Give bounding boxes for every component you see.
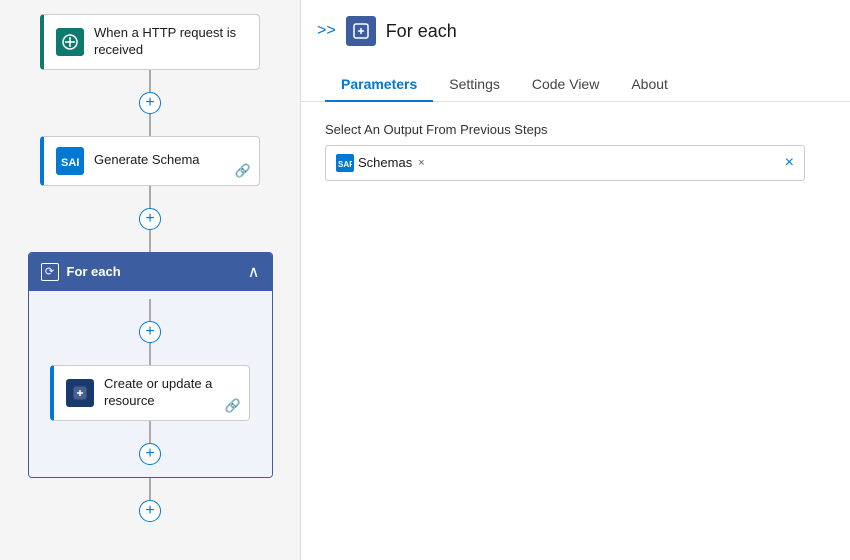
create-update-label: Create or update a resource [104,376,237,410]
connector-2: + [139,186,161,252]
http-request-step[interactable]: When a HTTP request is received [40,14,260,70]
connector-bottom: + [139,478,161,522]
create-update-step[interactable]: Create or update a resource 🔗 [50,365,250,421]
http-request-label: When a HTTP request is received [94,25,247,59]
add-btn-2[interactable]: + [139,208,161,230]
foreach-title: For each [67,264,121,279]
inner-line-top-b [149,343,151,365]
add-btn-bottom[interactable]: + [139,500,161,522]
inner-connector-bottom: + [139,421,161,465]
right-header: >> For each [301,0,850,46]
add-btn-1[interactable]: + [139,92,161,114]
field-label: Select An Output From Previous Steps [325,122,826,137]
tab-parameters[interactable]: Parameters [325,68,433,102]
flow-steps: When a HTTP request is received + SAP Ge… [0,14,300,522]
foreach-body: + Create or update a resource 🔗 [29,291,272,477]
foreach-container: ⟳ For each ∧ + [28,252,273,478]
generate-schema-label: Generate Schema [94,152,200,169]
tab-bar: Parameters Settings Code View About [301,56,850,102]
inner-line-bottom [149,421,151,443]
connector-1: + [139,70,161,136]
sap-icon: SAP [56,147,84,175]
clear-input-button[interactable]: × [785,154,794,172]
line-1b [149,114,151,136]
panel-title: For each [386,21,457,42]
right-panel: >> For each Parameters Settings Code Vie… [301,0,850,560]
token-sap-icon: SAP [336,154,354,172]
collapse-arrows-button[interactable]: >> [317,22,336,40]
panel-content: Select An Output From Previous Steps SAP… [301,102,850,560]
foreach-icon: ⟳ [41,263,59,281]
foreach-panel-icon [346,16,376,46]
output-selector-input[interactable]: SAP Schemas × × [325,145,805,181]
inner-line-top [149,299,151,321]
line-bottom [149,478,151,500]
line-2b [149,230,151,252]
inner-add-btn-top[interactable]: + [139,321,161,343]
generate-schema-step[interactable]: SAP Generate Schema 🔗 [40,136,260,186]
token-label: Schemas [358,155,412,170]
tab-code-view[interactable]: Code View [516,68,615,102]
foreach-header-left: ⟳ For each [41,263,121,281]
flow-canvas: When a HTTP request is received + SAP Ge… [0,0,300,560]
cube-icon [66,379,94,407]
http-icon [56,28,84,56]
schemas-token: SAP Schemas × [336,154,425,172]
link-icon-create: 🔗 [225,398,241,414]
link-icon-generate: 🔗 [235,163,251,179]
svg-text:SAP: SAP [338,160,352,168]
svg-text:SAP: SAP [61,157,79,168]
line-1 [149,70,151,92]
foreach-collapse-button[interactable]: ∧ [248,262,260,282]
inner-add-btn-bottom[interactable]: + [139,443,161,465]
tab-settings[interactable]: Settings [433,68,516,102]
line-2 [149,186,151,208]
token-remove-button[interactable]: × [418,157,424,169]
inner-connector-top: + [139,299,161,365]
foreach-header[interactable]: ⟳ For each ∧ [29,253,272,291]
tab-about[interactable]: About [615,68,684,102]
